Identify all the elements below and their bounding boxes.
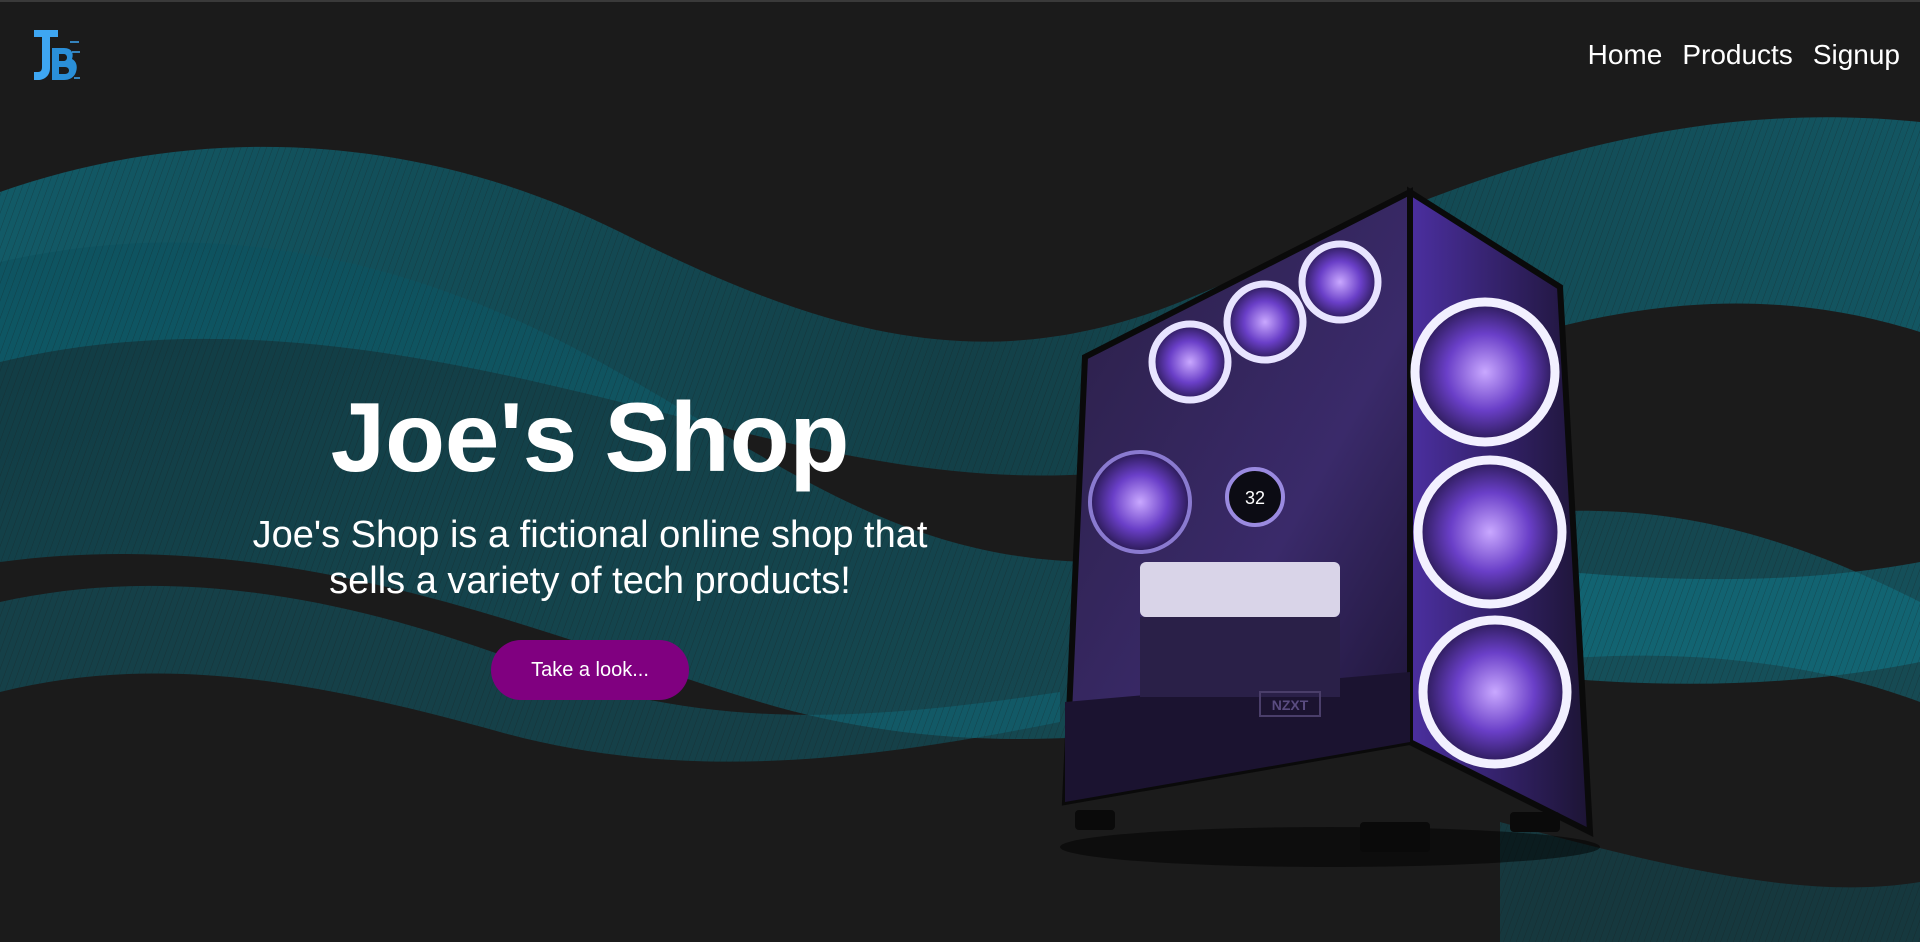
nav-link-home[interactable]: Home bbox=[1588, 38, 1663, 72]
pc-case-image: 32 NZXT bbox=[1060, 186, 1600, 867]
navbar: Home Products Signup bbox=[0, 2, 1920, 112]
page: Home Products Signup Joe's Shop Joe's Sh… bbox=[0, 0, 1920, 942]
nav-link-signup[interactable]: Signup bbox=[1813, 38, 1900, 72]
take-a-look-button[interactable]: Take a look... bbox=[491, 640, 689, 700]
cooler-temp-label: 32 bbox=[1245, 488, 1265, 508]
jb-logo-icon[interactable] bbox=[32, 28, 80, 86]
hero-title: Joe's Shop bbox=[330, 382, 850, 492]
nav-links: Home Products Signup bbox=[1588, 38, 1900, 72]
hero-subtitle: Joe's Shop is a fictional online shop th… bbox=[252, 514, 928, 602]
nav-link-products[interactable]: Products bbox=[1682, 38, 1793, 72]
hero-section: Joe's Shop Joe's Shop is a fictional onl… bbox=[220, 382, 960, 700]
case-brand-label: NZXT bbox=[1272, 697, 1309, 713]
